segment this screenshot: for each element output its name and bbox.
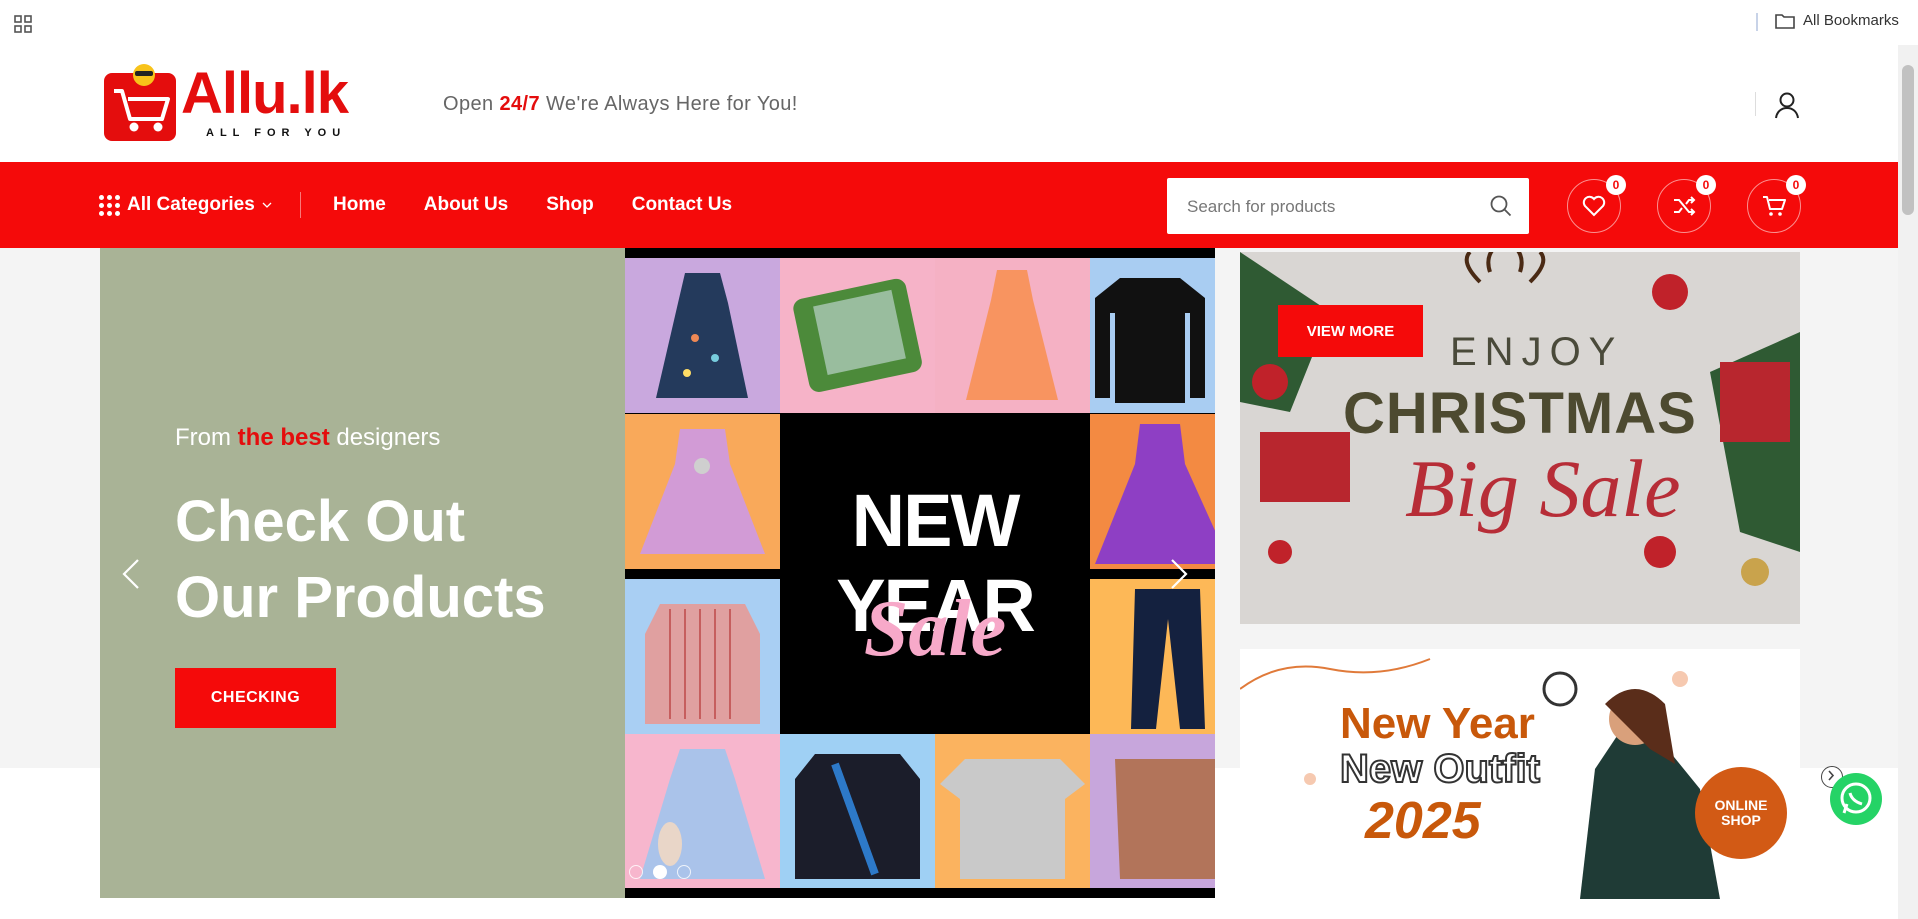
cart-icon — [1763, 196, 1786, 216]
categories-grid-icon — [99, 194, 120, 216]
product-image-checked-shirt — [780, 258, 935, 413]
whatsapp-chat-button[interactable] — [1830, 773, 1882, 825]
heart-icon — [1582, 195, 1606, 217]
new-year-sale-collage: NEW YEAR Sale — [625, 248, 1215, 898]
whatsapp-icon — [1840, 782, 1872, 814]
new-year-sale-center: NEW YEAR Sale — [780, 414, 1090, 734]
wishlist-button[interactable]: 0 — [1567, 175, 1626, 233]
hero-title-line2: Our Products — [175, 565, 546, 630]
page-scrollbar[interactable] — [1898, 45, 1918, 919]
hero-title: Check Out Our Products — [175, 484, 605, 636]
header-divider — [1755, 92, 1756, 116]
main-menu: Home About Us Shop Contact Us — [333, 194, 732, 216]
new-year-line1: New Year — [1340, 699, 1535, 748]
product-image-pink-party-dress — [625, 414, 780, 569]
cart-button[interactable]: 0 — [1747, 175, 1806, 233]
slider-dot-2[interactable] — [653, 865, 667, 879]
slider-next-arrow-icon[interactable] — [1168, 554, 1190, 594]
site-header: Allu.lk ALL FOR YOU Open 24/7 We're Alwa… — [0, 45, 1898, 162]
new-year-line3: 2025 — [1365, 792, 1481, 850]
compare-button[interactable]: 0 — [1657, 175, 1716, 233]
search-input[interactable] — [1185, 178, 1479, 236]
site-logo[interactable]: Allu.lk ALL FOR YOU — [102, 63, 382, 143]
slider-dot-1[interactable] — [629, 865, 643, 879]
hero-subtitle-highlight: the best — [237, 424, 330, 451]
search-icon[interactable] — [1489, 194, 1513, 218]
bookmarks-bar: All Bookmarks — [0, 0, 1918, 45]
compare-count-badge: 0 — [1696, 175, 1716, 195]
hero-slide-text-panel: From the best designers Check Out Our Pr… — [100, 248, 625, 898]
wishlist-count-badge: 0 — [1606, 175, 1626, 195]
product-image-striped-shirt — [625, 579, 780, 734]
tagline-suffix: We're Always Here for You! — [546, 93, 798, 115]
menu-item-shop[interactable]: Shop — [546, 194, 594, 216]
view-more-button[interactable]: VIEW MORE — [1278, 305, 1423, 357]
shopping-cart-logo-icon — [104, 64, 176, 141]
product-image-grey-tshirt — [935, 734, 1090, 888]
online-shop-badge: ONLINE SHOP — [1695, 767, 1787, 859]
menu-item-about-us[interactable]: About Us — [424, 194, 508, 216]
menu-item-contact-us[interactable]: Contact Us — [632, 194, 732, 216]
menu-item-home[interactable]: Home — [333, 194, 386, 216]
product-image-purple-gown — [1090, 414, 1215, 569]
slider-pagination — [629, 865, 691, 879]
folder-icon — [1775, 13, 1795, 29]
user-account-icon[interactable] — [1773, 91, 1801, 119]
hero-checking-button[interactable]: CHECKING — [175, 668, 336, 728]
tagline-prefix: Open — [443, 93, 494, 115]
search-box — [1167, 178, 1529, 236]
product-image-orange-dress — [935, 258, 1090, 413]
hero-subtitle: From the best designers — [175, 424, 440, 452]
slider-prev-arrow-icon[interactable] — [120, 554, 142, 594]
collage-sale: Sale — [863, 585, 1007, 673]
main-nav-bar: All Categories Home About Us Shop Contac… — [0, 162, 1898, 248]
all-bookmarks-button[interactable]: All Bookmarks — [1775, 12, 1899, 29]
all-bookmarks-label: All Bookmarks — [1803, 12, 1899, 29]
new-year-outfit-banner[interactable]: New Year New Outfit 2025 ONLINE SHOP — [1240, 649, 1800, 899]
scrollbar-thumb[interactable] — [1902, 65, 1914, 215]
tagline-highlight: 24/7 — [499, 93, 541, 115]
christmas-enjoy-text: ENJOY — [1450, 330, 1624, 374]
product-image-navy-trousers — [1090, 579, 1215, 734]
hero-title-line1: Check Out — [175, 489, 466, 554]
bookmarks-divider — [1756, 13, 1758, 31]
logo-tagline: ALL FOR YOU — [206, 127, 347, 139]
product-image-floral-dress — [625, 258, 780, 413]
cart-count-badge: 0 — [1786, 175, 1806, 195]
logo-wordmark: Allu.lk — [181, 61, 349, 126]
chevron-down-icon — [262, 202, 272, 208]
christmas-sale-banner[interactable]: VIEW MORE ENJOY CHRISTMAS Big Sale — [1240, 252, 1800, 624]
product-image-black-sweater — [1090, 258, 1215, 413]
hero-subtitle-prefix: From — [175, 424, 231, 451]
christmas-big-sale: Big Sale — [1405, 443, 1681, 534]
hero-subtitle-suffix: designers — [336, 424, 441, 451]
new-year-line2: New Outfit — [1339, 746, 1541, 792]
product-image-sports-jacket — [780, 734, 935, 888]
nav-divider — [300, 192, 301, 218]
header-tagline: Open 24/7 We're Always Here for You! — [443, 93, 798, 116]
slider-dot-3[interactable] — [677, 865, 691, 879]
all-categories-button[interactable]: All Categories — [99, 194, 272, 216]
hero-slider: From the best designers Check Out Our Pr… — [100, 248, 1215, 898]
christmas-title: CHRISTMAS — [1343, 381, 1697, 446]
shuffle-icon — [1674, 196, 1696, 216]
all-categories-label: All Categories — [127, 194, 255, 215]
product-image-ruffle-top — [1090, 734, 1215, 888]
apps-grid-icon[interactable] — [13, 14, 33, 34]
